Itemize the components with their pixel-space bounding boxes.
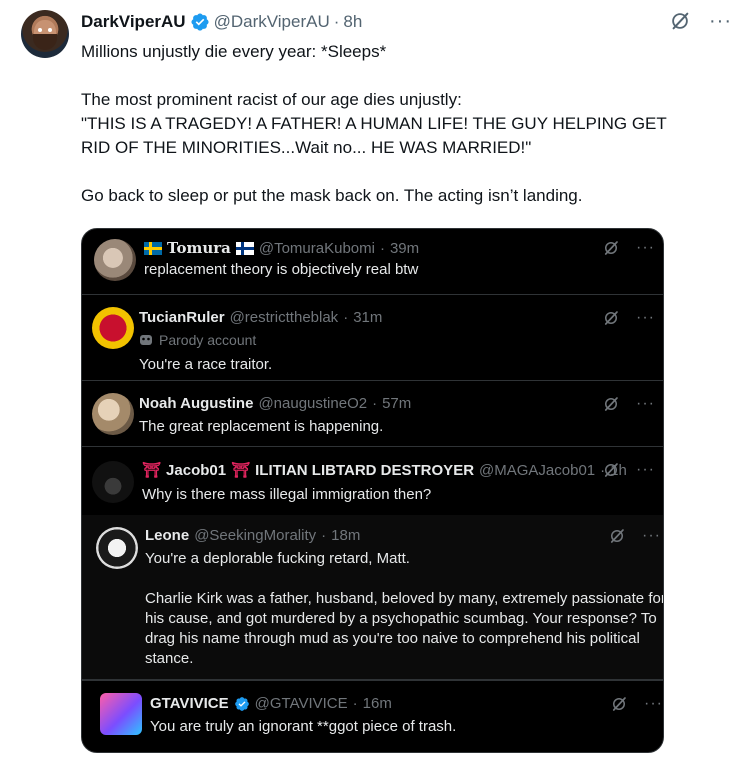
separator-dot: · <box>321 527 327 544</box>
sweden-flag-icon <box>144 241 162 255</box>
reply-author-name[interactable]: Jacob01 <box>166 462 226 479</box>
reply-header: GTAVIVICE @GTAVIVICE · 16m <box>150 695 392 712</box>
separator-dot: · <box>352 695 358 712</box>
reply-text: You are truly an ignorant **ggot piece o… <box>150 718 457 735</box>
reply-avatar[interactable] <box>92 461 134 503</box>
torii-gate-icon: ⛩ <box>231 462 251 479</box>
reply-time[interactable]: 31m <box>353 309 382 326</box>
reply-header: ⛩ Jacob01 ⛩ ILITIAN LIBTARD DESTROYER @M… <box>142 461 627 480</box>
tweet-line: The most prominent racist of our age die… <box>81 90 462 109</box>
separator-dot: · <box>333 12 340 31</box>
reply-author-handle[interactable]: @GTAVIVICE <box>255 695 348 712</box>
more-options-icon[interactable]: ··· <box>636 396 655 412</box>
reply-avatar[interactable] <box>100 693 142 735</box>
more-options-icon[interactable]: ··· <box>636 462 655 478</box>
attached-screenshot[interactable]: Tomura @TomuraKubomi · 39m replacement t… <box>81 228 664 753</box>
reply-author-handle[interactable]: @restricttheblak <box>230 309 339 326</box>
reply-actions: ··· <box>602 239 655 257</box>
reply-time[interactable]: 18m <box>331 527 360 544</box>
parody-mask-icon <box>140 335 152 345</box>
tweet-line: Go back to sleep or put the mask back on… <box>81 186 583 205</box>
reply-author-name[interactable]: Leone <box>145 527 189 544</box>
verified-badge-icon <box>191 13 209 31</box>
reply-text: You're a race traitor. <box>139 356 273 373</box>
torii-gate-icon: ⛩ <box>142 462 162 479</box>
reply-actions: ··· <box>602 309 655 327</box>
grok-icon[interactable] <box>602 395 620 413</box>
reply-item: ⛩ Jacob01 ⛩ ILITIAN LIBTARD DESTROYER @M… <box>82 447 663 515</box>
reply-time[interactable]: 57m <box>382 395 411 412</box>
reply-time[interactable]: 16m <box>363 695 392 712</box>
grok-icon[interactable] <box>602 239 620 257</box>
reply-author-handle[interactable]: @TomuraKubomi <box>259 240 375 257</box>
more-options-icon[interactable]: ··· <box>709 11 732 31</box>
more-options-icon[interactable]: ··· <box>636 310 655 326</box>
author-avatar[interactable] <box>21 10 69 58</box>
more-options-icon[interactable]: ··· <box>636 240 655 256</box>
separator-dot: · <box>343 309 349 326</box>
reply-actions: ··· <box>602 461 655 479</box>
separator-dot: · <box>372 395 378 412</box>
author-name[interactable]: DarkViperAU <box>81 12 186 32</box>
reply-header: Noah Augustine @naugustineO2 · 57m <box>139 395 411 412</box>
parody-label: Parody account <box>139 332 256 348</box>
reply-author-name[interactable]: Noah Augustine <box>139 395 253 412</box>
tweet-line: Millions unjustly die every year: *Sleep… <box>81 42 387 61</box>
grok-icon[interactable] <box>669 10 691 32</box>
grok-icon[interactable] <box>602 309 620 327</box>
more-options-icon[interactable]: ··· <box>642 528 661 544</box>
reply-actions: ··· <box>610 695 663 713</box>
reply-line: stance. <box>145 650 194 667</box>
reply-item: Leone @SeekingMorality · 18m You're a de… <box>82 515 664 680</box>
reply-avatar[interactable] <box>96 527 138 569</box>
grok-icon[interactable] <box>608 527 626 545</box>
finland-flag-icon <box>235 241 254 255</box>
reply-item: TucianRuler @restricttheblak · 31m Parod… <box>82 295 663 381</box>
parody-text: Parody account <box>159 332 257 348</box>
separator-dot: · <box>379 239 385 257</box>
grok-icon[interactable] <box>610 695 628 713</box>
reply-actions: ··· <box>602 395 655 413</box>
reply-item: Tomura @TomuraKubomi · 39m replacement t… <box>82 229 663 295</box>
grok-icon[interactable] <box>602 461 620 479</box>
reply-text: replacement theory is objectively real b… <box>144 261 419 278</box>
reply-author-name[interactable]: Tomura <box>167 239 231 257</box>
reply-header: Leone @SeekingMorality · 18m <box>145 527 360 544</box>
verified-badge-icon <box>234 696 249 711</box>
author-handle[interactable]: @DarkViperAU <box>214 12 330 32</box>
reply-line: his cause, and got murdered by a psychop… <box>145 610 657 627</box>
reply-avatar[interactable] <box>92 393 134 435</box>
reply-avatar[interactable] <box>94 239 136 281</box>
reply-author-name-suffix[interactable]: ILITIAN LIBTARD DESTROYER <box>255 462 474 479</box>
reply-text: Why is there mass illegal immigration th… <box>142 486 432 503</box>
tweet: DarkViperAU @DarkViperAU · 8h ··· Millio… <box>0 0 748 767</box>
tweet-text: Millions unjustly die every year: *Sleep… <box>81 40 721 208</box>
reply-text: The great replacement is happening. <box>139 418 384 435</box>
reply-item: GTAVIVICE @GTAVIVICE · 16m You are truly… <box>82 680 663 752</box>
post-time[interactable]: 8h <box>343 12 362 32</box>
reply-author-handle[interactable]: @naugustineO2 <box>258 395 367 412</box>
reply-author-name[interactable]: GTAVIVICE <box>150 695 229 712</box>
reply-actions: ··· <box>608 527 661 545</box>
more-options-icon[interactable]: ··· <box>644 696 663 712</box>
reply-header: TucianRuler @restricttheblak · 31m <box>139 309 382 326</box>
tweet-header: DarkViperAU @DarkViperAU · 8h <box>81 12 362 32</box>
tweet-line: RID OF THE MINORITIES...Wait no... HE WA… <box>81 138 532 157</box>
reply-line: You're a deplorable fucking retard, Matt… <box>145 550 410 567</box>
reply-line: Charlie Kirk was a father, husband, belo… <box>145 590 664 607</box>
reply-author-handle[interactable]: @MAGAJacob01 <box>479 462 595 479</box>
reply-header: Tomura @TomuraKubomi · 39m <box>144 239 419 257</box>
reply-line: drag his name through mud as you're too … <box>145 630 640 647</box>
tweet-actions: ··· <box>669 10 732 32</box>
reply-text: You're a deplorable fucking retard, Matt… <box>145 549 664 669</box>
reply-avatar[interactable] <box>92 307 134 349</box>
tweet-line: "THIS IS A TRAGEDY! A FATHER! A HUMAN LI… <box>81 114 667 133</box>
reply-item: Noah Augustine @naugustineO2 · 57m The g… <box>82 381 663 447</box>
reply-author-name[interactable]: TucianRuler <box>139 309 225 326</box>
reply-author-handle[interactable]: @SeekingMorality <box>194 527 316 544</box>
reply-time[interactable]: 39m <box>390 240 419 257</box>
